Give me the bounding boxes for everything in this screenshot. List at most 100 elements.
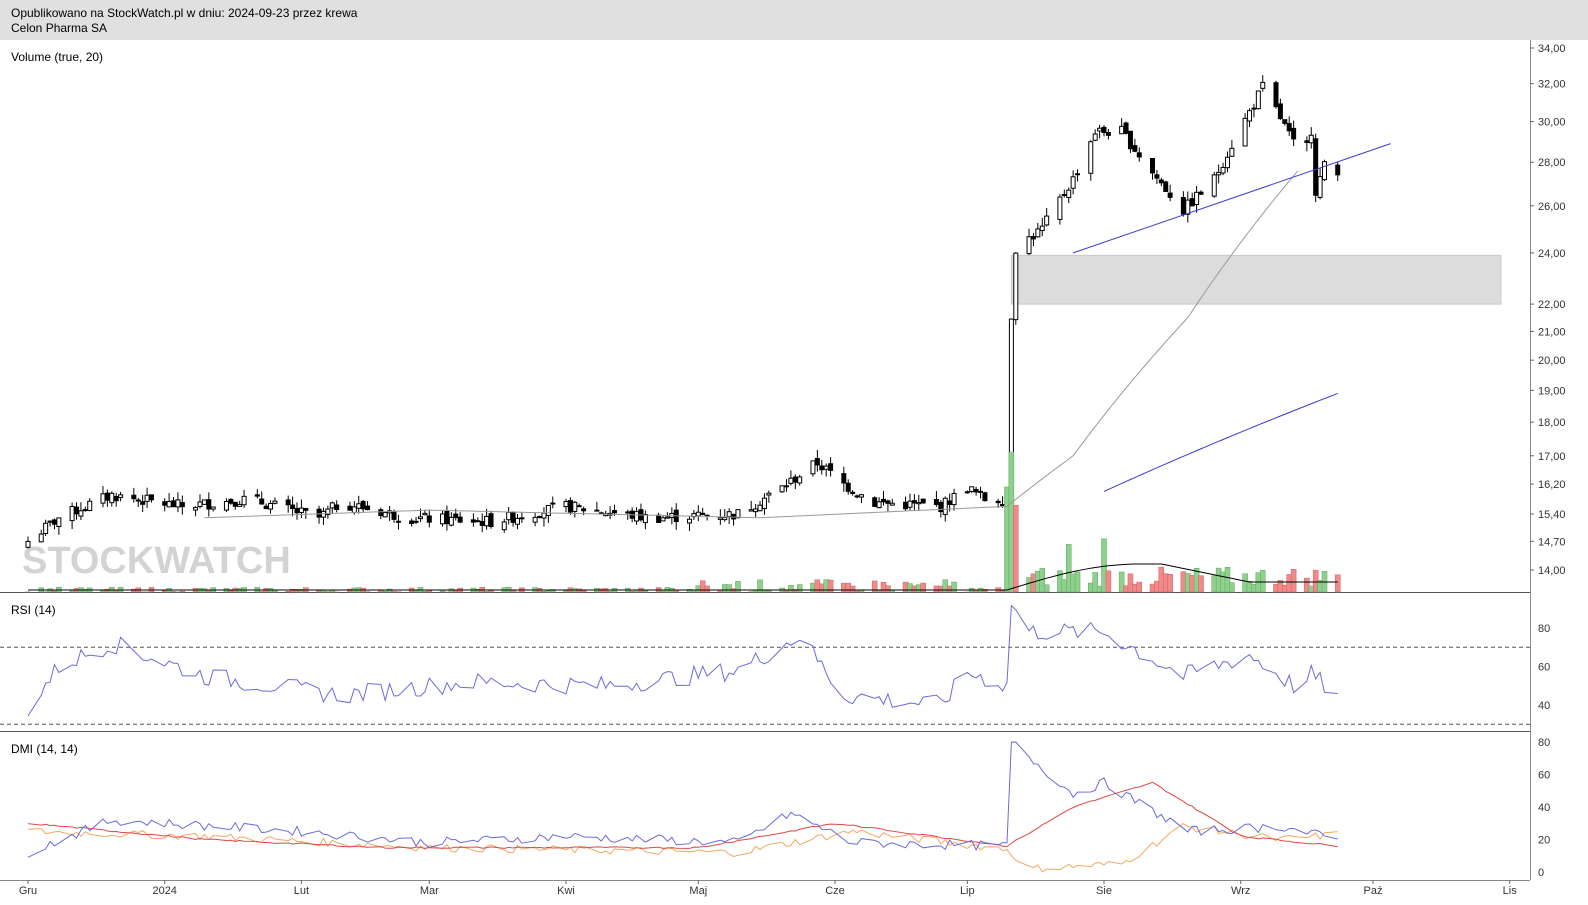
candle-body [1242,117,1248,147]
volume-bar [1043,584,1050,593]
candle-body [1039,225,1045,232]
candle-body [78,510,84,517]
dmi-panel-label: DMI (14, 14) [11,742,78,756]
rsi-tick-label: 60 [1538,662,1550,674]
candle-body [69,506,75,522]
dmi-tick-label: 0 [1538,867,1544,879]
candle-body [25,540,31,548]
candle-body [1105,132,1111,136]
candle-body [316,508,322,518]
candle-body [457,516,463,523]
candle-body [118,494,124,498]
candle-body [1127,130,1133,150]
price-tick-label: 26,00 [1538,201,1566,213]
candle-body [911,500,917,504]
candle-body [1282,119,1288,124]
candle-body [907,500,913,508]
candle-body [1167,192,1173,198]
sma-200-line [1103,392,1338,492]
volume-bar [1074,571,1081,593]
price-tick-label: 14,70 [1538,536,1566,548]
x-tick-label: Gru [19,885,37,897]
candle-body [51,519,57,525]
price-tick-label: 19,00 [1538,385,1566,397]
volume-bar [1334,574,1341,593]
candle-body [1189,198,1195,207]
volume-bar [796,584,803,593]
candle-body [109,492,115,504]
candle-body [290,504,296,510]
candle-body [1163,181,1169,192]
candle-body [351,506,357,513]
candle-body [140,501,146,505]
dmi-tick-label: 60 [1538,770,1550,782]
candle-body [951,492,957,506]
volume-bar [889,590,896,593]
x-tick-label: Maj [689,885,707,897]
candle-body [135,499,141,502]
candle-body [144,494,150,502]
price-tick-label: 16,20 [1538,479,1566,491]
candle-body [858,494,864,498]
candle-body [1229,147,1235,157]
candle-body [1154,174,1160,179]
candle-body [757,504,763,512]
candle-body [982,492,988,502]
candle-body [171,500,177,508]
candle-body [779,485,785,493]
x-tick-label: Lis [1503,885,1518,897]
candle-body [889,502,895,506]
candle-body [365,505,371,511]
candle-body [766,492,772,496]
volume-panel-label: Volume (true, 20) [11,50,103,64]
price-tick-label: 15,40 [1538,509,1566,521]
candle-body [294,508,300,514]
volume-bar [1136,581,1143,593]
candle-body [903,501,909,510]
candle-body [783,485,789,488]
volume-bar [1013,504,1019,593]
candle-body [228,498,234,504]
candle-body [876,501,882,509]
candle-body [1251,107,1257,110]
candle-body [409,520,415,525]
candle-body [938,501,944,513]
candle-body [514,517,520,525]
candle-body [417,516,423,520]
rsi-panel-label: RSI (14) [11,603,56,617]
candle-body [1044,215,1050,226]
candle-body [100,493,106,504]
candle-body [38,533,44,543]
candle-body [1335,164,1341,176]
volume-bar [1290,569,1297,593]
candle-body [166,500,172,508]
price-tick-label: 34,00 [1538,43,1566,55]
watermark-logo: STOCKWATCH [22,540,291,582]
candle-body [550,502,556,505]
candle-body [1150,157,1156,174]
candle-body [237,503,243,507]
volume-bar [426,590,433,593]
candle-body [978,490,984,493]
volume-bar [1229,582,1235,593]
candle-body [761,497,767,510]
adx-line [27,781,1338,849]
candle-body [537,516,543,519]
candle-body [788,477,794,484]
dmi-tick-label: 80 [1538,737,1550,749]
x-tick-label: Cze [825,885,845,897]
candle-body [1185,199,1191,215]
candle-body [686,518,692,524]
candle-body [726,511,732,518]
x-tick-label: Lip [960,885,975,897]
price-tick-label: 28,00 [1538,157,1566,169]
candle-body [1088,141,1094,174]
candle-body [131,494,137,500]
candle-body [356,503,362,509]
candle-body [378,509,384,517]
candle-body [1216,171,1222,176]
price-tick-label: 30,00 [1538,117,1566,129]
candle-body [572,501,578,512]
candle-body [254,494,260,497]
candle-body [179,502,185,508]
